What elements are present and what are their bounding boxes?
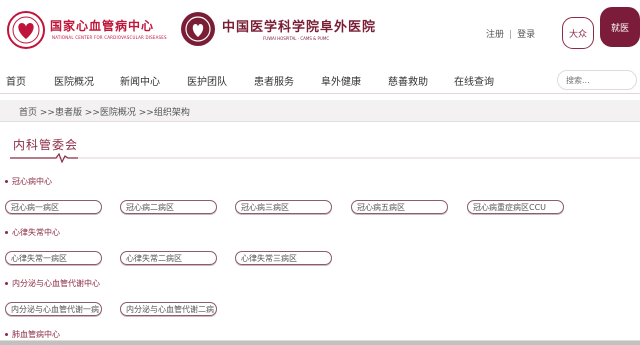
fuwai-hospital-logo-icon[interactable] — [180, 10, 216, 48]
link-separator: | — [509, 30, 513, 40]
nav-item-home[interactable]: 首页 — [6, 73, 26, 88]
national-center-logo-icon[interactable] — [6, 10, 46, 50]
ward-coronary-ccu[interactable]: 冠心病重症病区CCU — [467, 200, 564, 214]
ward-coronary-5[interactable]: 冠心病五病区 — [351, 200, 448, 214]
group-label-endocrine: 内分泌与心血管代谢中心 — [5, 278, 100, 289]
ward-coronary-2[interactable]: 冠心病二病区 — [120, 200, 217, 214]
bullet-icon — [5, 180, 8, 183]
nav-item-online-query[interactable]: 在线查询 — [454, 73, 494, 88]
title-heartbeat-divider — [10, 153, 640, 163]
group-label-coronary: 冠心病中心 — [5, 176, 52, 187]
site-header: 国家心血管病中心 NATIONAL CENTER FOR CARDIOVASCU… — [0, 0, 640, 62]
nav-item-patient-services[interactable]: 患者服务 — [254, 73, 294, 88]
breadcrumb: 首页 >>患者版 >>医院概况 >>组织架构 — [0, 100, 640, 122]
ward-endocrine-1[interactable]: 内分泌与心血管代谢一病 — [5, 302, 102, 316]
page: 国家心血管病中心 NATIONAL CENTER FOR CARDIOVASCU… — [0, 0, 640, 345]
national-center-name: 国家心血管病中心 — [50, 19, 155, 33]
ward-arrhythmia-3[interactable]: 心律失常三病区 — [235, 251, 332, 265]
nav-item-fuwai-health[interactable]: 阜外健康 — [321, 73, 361, 88]
register-link[interactable]: 注册 — [486, 30, 504, 40]
ward-arrhythmia-1[interactable]: 心律失常一病区 — [5, 251, 102, 265]
bullet-icon — [5, 333, 8, 336]
nav-item-medical-team[interactable]: 医护团队 — [187, 73, 227, 88]
breadcrumb-text[interactable]: 首页 >>患者版 >>医院概况 >>组织架构 — [19, 105, 190, 118]
account-links: 注册 | 登录 — [486, 27, 535, 40]
nav-item-news[interactable]: 新闻中心 — [120, 73, 160, 88]
nav-item-hospital-overview[interactable]: 医院概况 — [54, 73, 94, 88]
scrollbar-thumb[interactable] — [0, 341, 640, 345]
ward-endocrine-2[interactable]: 内分泌与心血管代谢二病 — [120, 302, 217, 316]
patient-mode-button[interactable]: 就医 — [600, 7, 640, 47]
main-nav: 首页 医院概况 新闻中心 医护团队 患者服务 阜外健康 慈善救助 在线查询 — [0, 66, 640, 94]
bullet-icon — [5, 282, 8, 285]
national-center-subtitle: NATIONAL CENTER FOR CARDIOVASCULAR DISEA… — [52, 35, 167, 40]
fuwai-hospital-subtitle: FUWAI HOSPITAL · CAMS & PUMC — [263, 36, 330, 41]
fuwai-hospital-name: 中国医学科学院阜外医院 — [222, 20, 377, 35]
page-title: 内科管委会 — [13, 138, 79, 152]
group-label-arrhythmia: 心律失常中心 — [5, 227, 60, 238]
ward-coronary-3[interactable]: 冠心病三病区 — [235, 200, 332, 214]
search-input[interactable] — [557, 70, 637, 90]
ward-arrhythmia-2[interactable]: 心律失常二病区 — [120, 251, 217, 265]
horizontal-scrollbar[interactable] — [0, 340, 640, 345]
nav-item-charity[interactable]: 慈善救助 — [388, 73, 428, 88]
group-label-pulmonary-vascular: 肺血管病中心 — [5, 329, 60, 340]
ward-coronary-1[interactable]: 冠心病一病区 — [5, 200, 102, 214]
bullet-icon — [5, 231, 8, 234]
public-mode-button[interactable]: 大众 — [562, 17, 594, 49]
login-link[interactable]: 登录 — [517, 30, 535, 40]
